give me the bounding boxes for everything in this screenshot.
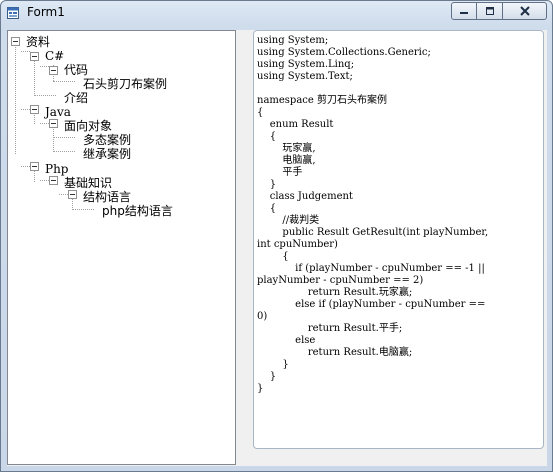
tree-connector	[72, 209, 94, 210]
maximize-button[interactable]	[477, 2, 503, 20]
maximize-icon	[485, 7, 494, 15]
code-line: class Judgement	[257, 191, 353, 202]
code-line: public Result GetResult(int playNumber,	[257, 227, 489, 238]
code-line: else	[257, 335, 316, 346]
code-line: }	[257, 371, 277, 382]
code-line: using System.Linq;	[257, 59, 355, 70]
tree-connector	[40, 66, 49, 67]
code-textbox[interactable]: using System; using System.Collections.Ge…	[253, 30, 544, 449]
minimize-icon	[460, 12, 468, 14]
tree-view[interactable]: 资料 C# 代码 石头剪刀布案例 介绍 Java 面向对象 多态案例 继承案例 …	[7, 30, 236, 465]
tree-connector	[21, 166, 30, 167]
code-line: enum Result	[257, 119, 334, 130]
code-line: playNumber - cpuNumber == 2)	[257, 275, 424, 286]
window-title: Form1	[27, 5, 65, 19]
tree-node-php[interactable]: Php	[45, 162, 68, 176]
code-line: return Result.电脑赢;	[257, 347, 413, 358]
tree-connector	[53, 81, 75, 82]
code-line: return Result.玩家赢;	[257, 287, 413, 298]
tree-node-polymorphism[interactable]: 多态案例	[83, 133, 131, 147]
collapse-toggle[interactable]	[30, 162, 39, 171]
code-line: using System.Text;	[257, 71, 353, 82]
collapse-toggle[interactable]	[30, 105, 39, 114]
code-line: {	[257, 107, 264, 118]
collapse-toggle[interactable]	[68, 190, 77, 199]
code-line: }	[257, 359, 289, 370]
tree-node-structured-language[interactable]: 结构语言	[83, 190, 131, 204]
tree-node-php-structured[interactable]: php结构语言	[102, 204, 173, 218]
code-line: {	[257, 131, 277, 142]
minimize-button[interactable]	[451, 2, 477, 20]
close-button[interactable]	[503, 2, 547, 20]
code-line: //裁判类	[257, 215, 320, 226]
code-line: if (playNumber - cpuNumber == -1 ||	[257, 263, 485, 274]
collapse-toggle[interactable]	[11, 37, 20, 46]
code-line: 电脑赢,	[257, 155, 316, 166]
tree-node-java[interactable]: Java	[45, 105, 71, 119]
tree-connector	[53, 137, 75, 138]
tree-node-csharp[interactable]: C#	[45, 49, 64, 63]
tree-node-intro[interactable]: 介绍	[64, 91, 88, 105]
collapse-toggle[interactable]	[49, 66, 58, 75]
tree-connector	[21, 109, 30, 110]
code-line: int cpuNumber)	[257, 239, 338, 250]
code-line: 0)	[257, 311, 268, 322]
tree-node-rps-case[interactable]: 石头剪刀布案例	[83, 77, 167, 91]
tree-connector	[34, 95, 56, 96]
tree-node-inheritance[interactable]: 继承案例	[83, 147, 131, 161]
form-client-area: 资料 C# 代码 石头剪刀布案例 介绍 Java 面向对象 多态案例 继承案例 …	[7, 30, 547, 466]
tree-connector	[15, 44, 16, 154]
code-line: 平手	[257, 167, 303, 178]
code-line: using System;	[257, 35, 329, 46]
code-line: {	[257, 203, 277, 214]
tree-connector	[53, 151, 75, 152]
form-icon	[7, 7, 19, 19]
tree-connector	[21, 51, 30, 52]
code-line: 玩家赢,	[257, 143, 316, 154]
code-line: using System.Collections.Generic;	[257, 47, 431, 58]
close-icon	[519, 6, 530, 16]
collapse-toggle[interactable]	[49, 119, 58, 128]
code-line: else if (playNumber - cpuNumber ==	[257, 299, 486, 310]
tree-node-code[interactable]: 代码	[64, 63, 88, 77]
code-line: }	[257, 383, 264, 394]
code-line: {	[257, 251, 289, 262]
tree-node-oop[interactable]: 面向对象	[64, 119, 112, 133]
main-window: Form1 资料 C# 代码 石头剪刀布案例 介绍 Java 面向对象 多态案例…	[0, 0, 553, 472]
code-line: }	[257, 179, 277, 190]
tree-connector	[40, 180, 49, 181]
title-bar[interactable]: Form1	[1, 1, 552, 25]
tree-connector	[40, 123, 49, 124]
collapse-toggle[interactable]	[30, 52, 39, 61]
tree-connector	[59, 194, 68, 195]
tree-node-root[interactable]: 资料	[26, 35, 50, 49]
code-line: namespace 剪刀石头布案例	[257, 95, 387, 106]
tree-node-basics[interactable]: 基础知识	[64, 176, 112, 190]
collapse-toggle[interactable]	[49, 176, 58, 185]
code-line: return Result.平手;	[257, 323, 403, 334]
